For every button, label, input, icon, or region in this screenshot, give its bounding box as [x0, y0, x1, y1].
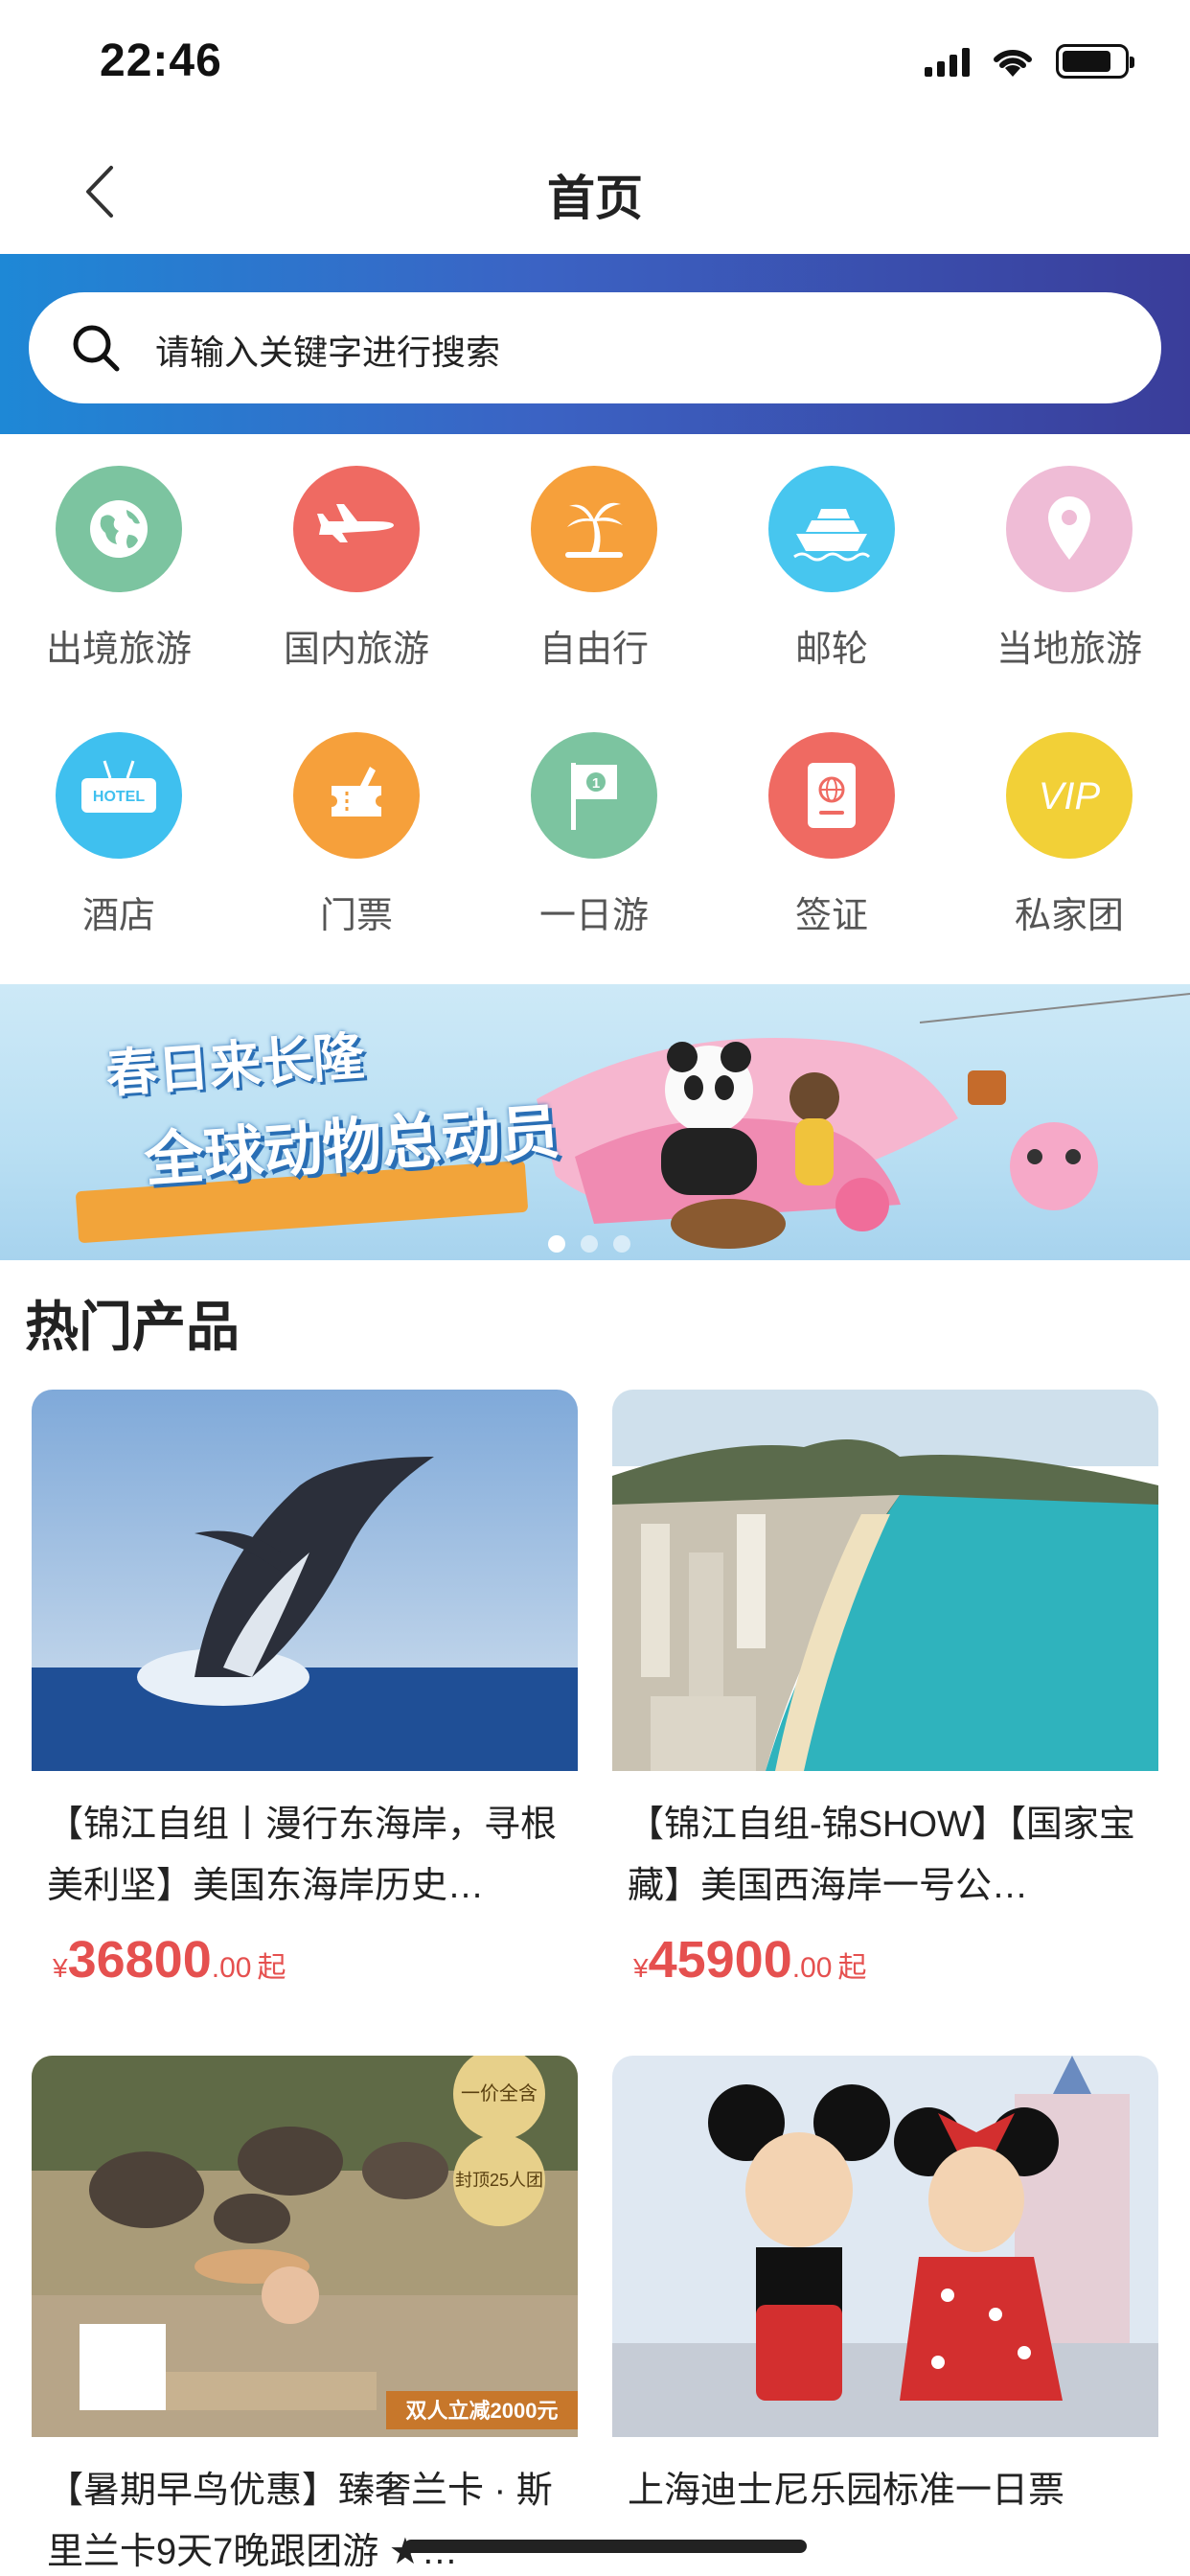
status-bar: 22:46	[0, 0, 1190, 129]
section-title: 热门产品	[25, 1297, 240, 1357]
category-day-trip[interactable]: 1 一日游	[475, 717, 713, 947]
airplane-icon	[293, 466, 420, 592]
price-integer: 45900	[648, 1931, 792, 1989]
search-icon	[73, 325, 120, 372]
category-label: 门票	[319, 896, 393, 936]
pagination-dot[interactable]	[548, 1235, 565, 1253]
passport-icon	[768, 732, 895, 859]
product-title: 【暑期早鸟优惠】臻奢兰卡 · 斯里兰卡9天7晚跟团游 ★…	[47, 2471, 553, 2572]
svg-text:一价全含: 一价全含	[461, 2082, 538, 2104]
palm-tree-icon	[531, 466, 657, 592]
svg-text:封顶25人团: 封顶25人团	[455, 2171, 543, 2190]
category-label: 邮轮	[794, 630, 868, 670]
cellular-signal-icon	[925, 46, 970, 77]
product-title: 【锦江自组丨漫行东海岸，寻根美利坚】美国东海岸历史…	[47, 1805, 558, 1906]
product-title: 上海迪士尼乐园标准一日票	[628, 2471, 1065, 2511]
price-decimal: .00	[211, 1952, 252, 1984]
status-time: 22:46	[100, 35, 222, 86]
category-visa[interactable]: 签证	[713, 717, 950, 947]
category-outbound[interactable]: 出境旅游	[0, 450, 238, 680]
product-price: ¥36800.00 起	[32, 1917, 578, 1990]
product-image-whale	[32, 1390, 578, 1771]
cruise-ship-icon	[768, 466, 895, 592]
promo-banner[interactable]: 春日来长隆 全球动物总动员	[0, 984, 1190, 1260]
svg-text:HOTEL: HOTEL	[93, 789, 145, 805]
svg-text:双人立减2000元: 双人立减2000元	[406, 2399, 559, 2423]
product-card[interactable]: 【锦江自组-锦SHOW】【国家宝藏】美国西海岸一号公… ¥45900.00 起	[612, 1390, 1158, 1990]
location-pin-icon	[1006, 466, 1133, 592]
svg-text:VIP: VIP	[1039, 775, 1101, 817]
hotel-sign-icon: HOTEL	[56, 732, 182, 859]
price-currency: ¥	[53, 1953, 68, 1983]
category-hotel[interactable]: HOTEL 酒店	[0, 717, 238, 947]
home-indicator[interactable]	[404, 2540, 807, 2553]
category-label: 出境旅游	[45, 630, 192, 670]
svg-text:1: 1	[592, 775, 600, 792]
wifi-icon	[994, 49, 1032, 77]
pagination-dot[interactable]	[613, 1235, 630, 1253]
category-label: 国内旅游	[283, 630, 429, 670]
category-label: 私家团	[1014, 896, 1124, 936]
price-currency: ¥	[633, 1953, 649, 1983]
category-label: 一日游	[538, 896, 649, 936]
globe-icon	[56, 466, 182, 592]
flag-icon: 1	[531, 732, 657, 859]
product-card[interactable]: 上海迪士尼乐园标准一日票	[612, 2056, 1158, 2576]
status-icons	[925, 44, 1134, 79]
product-title: 【锦江自组-锦SHOW】【国家宝藏】美国西海岸一号公…	[628, 1805, 1135, 1906]
product-image-coast	[612, 1390, 1158, 1771]
category-label: 当地旅游	[995, 630, 1142, 670]
vip-icon: VIP	[1006, 732, 1133, 859]
category-local[interactable]: 当地旅游	[950, 450, 1188, 680]
category-label: 签证	[794, 896, 868, 936]
battery-icon	[1056, 44, 1134, 79]
product-card[interactable]: 【锦江自组丨漫行东海岸，寻根美利坚】美国东海岸历史… ¥36800.00 起	[32, 1390, 578, 1990]
ticket-icon	[293, 732, 420, 859]
category-free-travel[interactable]: 自由行	[475, 450, 713, 680]
pagination-dot[interactable]	[581, 1235, 598, 1253]
category-tickets[interactable]: 门票	[238, 717, 475, 947]
product-image-disney	[612, 2056, 1158, 2437]
category-domestic[interactable]: 国内旅游	[238, 450, 475, 680]
price-suffix: 起	[837, 1952, 867, 1984]
banner-pagination	[548, 1235, 630, 1253]
product-card[interactable]: 一价全含 封顶25人团 双人立减2000元 【暑期早鸟优惠】臻奢兰卡 · 斯里兰…	[32, 2056, 578, 2576]
product-price: ¥45900.00 起	[612, 1917, 1158, 1990]
category-private-tour[interactable]: VIP 私家团	[950, 717, 1188, 947]
page-title: 首页	[547, 172, 643, 225]
search-band: 请输入关键字进行搜索	[0, 254, 1190, 434]
category-label: 自由行	[538, 630, 649, 670]
price-suffix: 起	[257, 1952, 286, 1984]
price-integer: 36800	[67, 1931, 212, 1989]
search-placeholder: 请输入关键字进行搜索	[155, 333, 501, 372]
price-decimal: .00	[791, 1952, 833, 1984]
product-image-elephants: 一价全含 封顶25人团 双人立减2000元	[32, 2056, 578, 2437]
category-grid: 出境旅游 国内旅游 自由行 邮轮 当地旅游 HOTEL 酒店 门票 1 一日游 …	[0, 450, 1190, 968]
nav-bar: 首页	[0, 129, 1190, 254]
search-input[interactable]: 请输入关键字进行搜索	[29, 292, 1161, 403]
category-label: 酒店	[81, 896, 155, 936]
category-cruise[interactable]: 邮轮	[713, 450, 950, 680]
